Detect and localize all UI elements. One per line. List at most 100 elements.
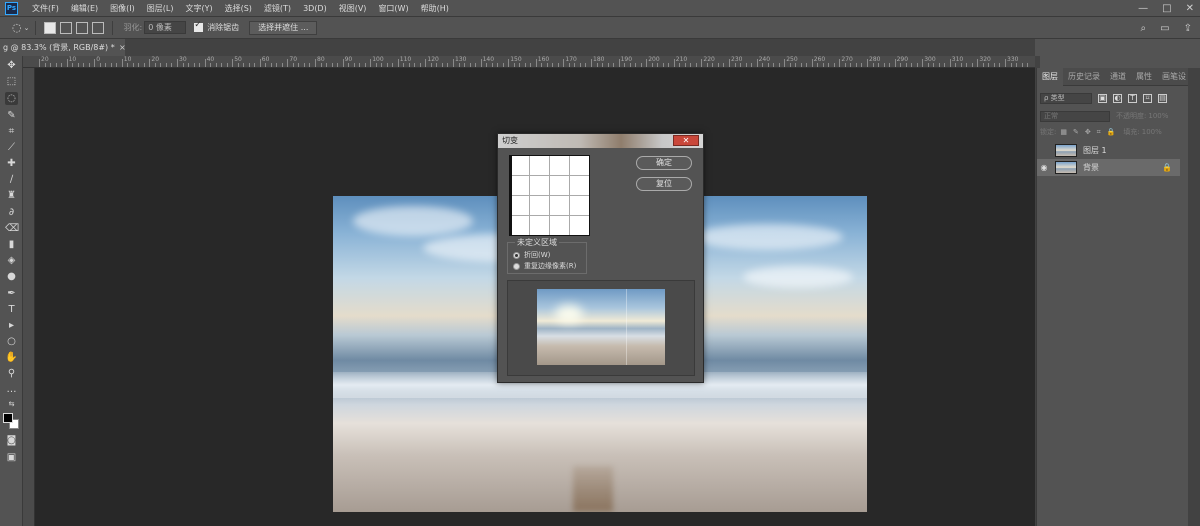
reset-button[interactable]: 复位 — [636, 177, 692, 191]
ok-button[interactable]: 确定 — [636, 156, 692, 170]
menu-file[interactable]: 文件(F) — [26, 3, 65, 14]
separator — [35, 20, 37, 35]
menu-layer[interactable]: 图层(L) — [141, 3, 180, 14]
gradient-tool-icon[interactable]: ▮ — [5, 238, 18, 251]
panel-scrollbar[interactable] — [1188, 68, 1200, 526]
ruler-tick — [574, 63, 576, 67]
blur-tool-icon[interactable]: ◈ — [5, 254, 18, 267]
quick-mask-icon[interactable]: ◙ — [5, 434, 18, 447]
hand-tool-icon[interactable]: ✋ — [5, 351, 18, 364]
lock-icons[interactable]: ▦✎✥⌗🔒 — [1060, 128, 1121, 137]
tab-channels[interactable]: 通道 — [1105, 68, 1131, 86]
document-tab[interactable]: g @ 83.3% (背景, RGB/8#) * — [0, 39, 125, 56]
tab-brush-settings[interactable]: 画笔设 — [1157, 68, 1191, 86]
dodge-tool-icon[interactable]: ● — [5, 270, 18, 283]
filter-pixel-icon[interactable]: ▣ — [1098, 93, 1107, 103]
screen-mode-icon[interactable]: ▣ — [5, 451, 18, 464]
filter-adjust-icon[interactable]: ◐ — [1113, 93, 1122, 103]
eye-icon[interactable]: ◉ — [1037, 163, 1051, 172]
workspace-icon[interactable]: ▭ — [1160, 23, 1169, 34]
layer-row[interactable]: ◉ 背景 🔒 — [1037, 159, 1180, 176]
brush-tool-icon[interactable]: ∕ — [5, 173, 18, 186]
ruler-tick — [55, 63, 57, 67]
ruler-tick — [988, 63, 990, 67]
ruler-label: 150 — [510, 56, 522, 63]
filter-smart-icon[interactable]: ▤ — [1158, 93, 1167, 103]
menu-select[interactable]: 选择(S) — [219, 3, 258, 14]
shear-grid[interactable] — [509, 155, 590, 236]
share-icon[interactable]: ⇪ — [1184, 23, 1192, 34]
quick-select-tool-icon[interactable]: ✎ — [5, 109, 18, 122]
menu-3d[interactable]: 3D(D) — [297, 4, 333, 13]
feather-input[interactable]: 0 像素 — [144, 21, 187, 34]
ruler-tick — [359, 63, 361, 67]
ruler-tick — [734, 63, 736, 67]
path-selection-tool-icon[interactable]: ▸ — [5, 319, 18, 332]
maximize-icon[interactable]: □ — [1162, 3, 1171, 14]
menu-filter[interactable]: 滤镜(T) — [258, 3, 297, 14]
ruler-tick — [579, 63, 581, 67]
ruler-tick — [320, 63, 322, 67]
tab-layers[interactable]: 图层 — [1037, 67, 1063, 86]
zoom-tool-icon[interactable]: ⚲ — [5, 367, 18, 380]
filter-shape-icon[interactable]: ⌑ — [1143, 93, 1152, 103]
subtract-selection-icon[interactable] — [76, 21, 89, 34]
wrap-around-radio[interactable] — [513, 251, 520, 259]
clone-stamp-tool-icon[interactable]: ♜ — [5, 189, 18, 202]
ruler-tick — [243, 63, 245, 67]
ellipse-tool-icon[interactable]: ○ — [5, 335, 18, 348]
grid-line — [510, 195, 589, 196]
select-and-mask-button[interactable]: 选择并遮住 ... — [249, 20, 318, 35]
ruler-tick — [811, 59, 813, 67]
undefined-area-label: 未定义区域 — [515, 237, 559, 248]
ruler-tick — [160, 63, 162, 67]
new-selection-icon[interactable] — [44, 21, 57, 34]
foreground-color-swatch[interactable] — [3, 413, 13, 423]
menu-view[interactable]: 视图(V) — [333, 3, 373, 14]
menu-image[interactable]: 图像(I) — [104, 3, 141, 14]
menu-help[interactable]: 帮助(H) — [415, 3, 455, 14]
preset-dropdown-icon[interactable]: ⌄ — [24, 24, 30, 32]
antialias-checkbox[interactable] — [194, 20, 204, 32]
more-tools-icon[interactable]: … — [5, 383, 18, 396]
close-document-icon[interactable]: × — [119, 39, 126, 56]
dialog-title-bar[interactable]: 切变 ✕ — [498, 134, 703, 148]
repeat-edge-radio[interactable] — [513, 262, 520, 270]
shear-line[interactable] — [509, 155, 512, 236]
tab-properties[interactable]: 属性 — [1131, 68, 1157, 86]
move-tool-icon[interactable]: ✥ — [5, 59, 18, 72]
repeat-edge-option[interactable]: 重复边缘像素(R) — [513, 261, 576, 271]
pen-tool-icon[interactable]: ✒ — [5, 287, 18, 300]
healing-brush-tool-icon[interactable]: ✚ — [5, 157, 18, 170]
fill-value[interactable]: 100% — [1142, 128, 1162, 136]
filter-type-icon[interactable]: T — [1128, 93, 1137, 103]
tools-panel: ✥ ⬚ ◌ ✎ ⌗ ⟋ ✚ ∕ ♜ ∂ ⌫ ▮ ◈ ● ✒ T ▸ ○ ✋ ⚲ … — [0, 56, 23, 526]
eraser-tool-icon[interactable]: ⌫ — [5, 222, 19, 235]
blend-mode-select[interactable]: 正常 — [1040, 110, 1110, 122]
history-brush-tool-icon[interactable]: ∂ — [5, 206, 18, 219]
menu-window[interactable]: 窗口(W) — [372, 3, 414, 14]
lasso-tool-icon[interactable]: ◌ — [5, 92, 18, 105]
menu-edit[interactable]: 编辑(E) — [65, 3, 104, 14]
eyedropper-tool-icon[interactable]: ⟋ — [5, 141, 18, 154]
layer-row[interactable]: 图层 1 — [1037, 142, 1180, 159]
marquee-tool-icon[interactable]: ⬚ — [5, 75, 18, 88]
add-selection-icon[interactable] — [60, 21, 73, 34]
intersect-selection-icon[interactable] — [92, 21, 105, 34]
lasso-preset-icon[interactable]: ◌ — [12, 21, 22, 34]
layer-filter-select[interactable]: ρ 类型 — [1040, 92, 1092, 104]
search-icon[interactable]: ⌕ — [1141, 23, 1147, 34]
wrap-around-option[interactable]: 折回(W) — [513, 250, 550, 260]
ruler-label: 300 — [924, 56, 936, 63]
dialog-close-button[interactable]: ✕ — [673, 135, 699, 146]
swap-colors-icon[interactable]: ⇆ — [5, 398, 18, 411]
tab-history[interactable]: 历史记录 — [1063, 68, 1105, 86]
ruler-label: 70 — [289, 56, 298, 63]
close-window-icon[interactable]: ✕ — [1186, 3, 1194, 14]
menu-type[interactable]: 文字(Y) — [179, 3, 218, 14]
crop-tool-icon[interactable]: ⌗ — [5, 125, 18, 138]
ruler-tick — [386, 63, 388, 67]
type-tool-icon[interactable]: T — [5, 303, 18, 316]
minimize-icon[interactable]: — — [1138, 3, 1148, 14]
opacity-value[interactable]: 100% — [1148, 112, 1168, 120]
